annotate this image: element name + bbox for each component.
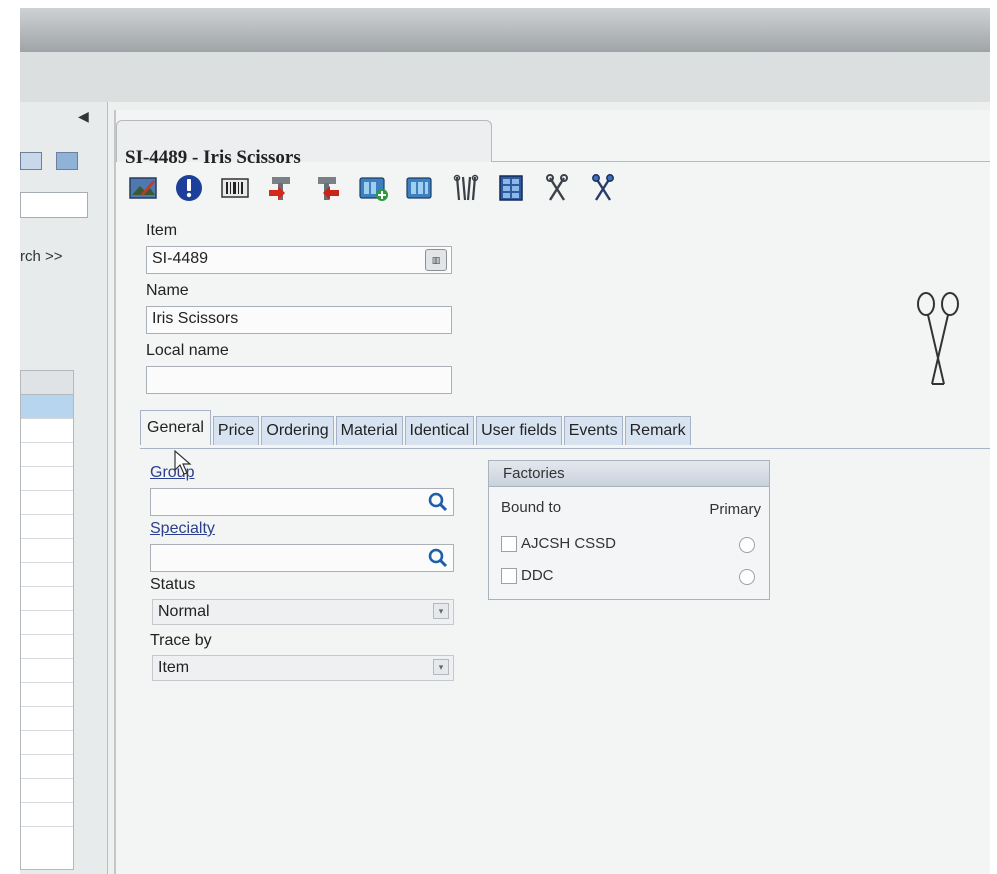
- local-name-field[interactable]: [146, 366, 452, 394]
- grid-row[interactable]: [21, 539, 73, 563]
- grid-header: [21, 371, 73, 395]
- tool-green-icon[interactable]: [310, 171, 344, 205]
- factory-row: DDC: [501, 567, 554, 584]
- name-label: Name: [146, 282, 189, 299]
- tool-red-icon[interactable]: [264, 171, 298, 205]
- document-tab[interactable]: SI-4489 - Iris Scissors: [116, 120, 492, 168]
- collapse-arrow-icon[interactable]: ◀: [78, 108, 89, 125]
- trace-by-value: Item: [158, 659, 190, 676]
- factory-name: DDC: [521, 567, 554, 584]
- grid-row[interactable]: [21, 635, 73, 659]
- trace-by-select[interactable]: Item ▾: [152, 655, 454, 681]
- specialty-search-icon[interactable]: [427, 547, 449, 569]
- tab-remark[interactable]: Remark: [624, 416, 691, 445]
- results-grid: [20, 370, 74, 870]
- tab-identical[interactable]: Identical: [404, 416, 475, 445]
- group-search-icon[interactable]: [427, 491, 449, 513]
- grid-row[interactable]: [21, 779, 73, 803]
- factory-name: AJCSH CSSD: [521, 535, 617, 552]
- factories-header: Factories: [489, 461, 769, 487]
- grid-row[interactable]: [21, 419, 73, 443]
- tab-events[interactable]: Events: [563, 416, 623, 445]
- grid-row[interactable]: [21, 587, 73, 611]
- grid-add-icon[interactable]: [356, 171, 390, 205]
- grid-row[interactable]: [21, 467, 73, 491]
- specialty-link[interactable]: Specialty: [150, 520, 215, 538]
- item-value: SI-4489: [152, 250, 209, 267]
- local-name-label: Local name: [146, 342, 229, 359]
- trace-by-label: Trace by: [150, 632, 212, 649]
- trace-by-dropdown-icon[interactable]: ▾: [433, 659, 449, 675]
- tab-material[interactable]: Material: [335, 416, 403, 445]
- tab-ordering[interactable]: Ordering: [261, 416, 334, 445]
- tab-user-fields[interactable]: User fields: [476, 416, 562, 445]
- item-detail-panel: SI-4489 - Iris Scissors Item SI-4489 ▥ N…: [114, 110, 990, 874]
- tab-price[interactable]: Price: [212, 416, 260, 445]
- name-field[interactable]: Iris Scissors: [146, 306, 452, 334]
- tab-divider: [492, 161, 990, 162]
- grid-icon[interactable]: [402, 171, 436, 205]
- left-panel: ◀ rch >>: [20, 102, 108, 874]
- app-top-area: [20, 52, 990, 102]
- grid-row[interactable]: [21, 707, 73, 731]
- grid-row-selected[interactable]: [21, 395, 73, 419]
- group-input[interactable]: [150, 488, 454, 516]
- specialty-input[interactable]: [150, 544, 454, 572]
- primary-header: Primary: [709, 501, 761, 518]
- scissors-icon[interactable]: [540, 171, 574, 205]
- grid-row[interactable]: [21, 443, 73, 467]
- scissors-blue-icon[interactable]: [586, 171, 620, 205]
- detail-tabs: General Price Ordering Material Identica…: [140, 410, 693, 445]
- screen: ◀ rch >> SI-4489 - Iris Scissors Item SI…: [20, 8, 990, 874]
- factory-row: AJCSH CSSD: [501, 535, 616, 552]
- primary-radio[interactable]: [739, 537, 755, 553]
- grid-row[interactable]: [21, 611, 73, 635]
- instruments-icon[interactable]: [448, 171, 482, 205]
- grid-row[interactable]: [21, 659, 73, 683]
- grid-row[interactable]: [21, 755, 73, 779]
- grid-row[interactable]: [21, 491, 73, 515]
- grid-row[interactable]: [21, 515, 73, 539]
- item-field[interactable]: SI-4489 ▥: [146, 246, 452, 274]
- factory-checkbox[interactable]: [501, 535, 517, 552]
- primary-radio[interactable]: [739, 569, 755, 585]
- grid-row[interactable]: [21, 731, 73, 755]
- mouse-cursor-icon: [174, 450, 192, 475]
- status-dropdown-icon[interactable]: ▾: [433, 603, 449, 619]
- factory-checkbox[interactable]: [501, 567, 517, 584]
- factories-panel: Factories Bound to Primary AJCSH CSSD DD…: [488, 460, 770, 600]
- bound-to-header: Bound to: [501, 499, 562, 516]
- status-select[interactable]: Normal ▾: [152, 599, 454, 625]
- status-label: Status: [150, 576, 196, 593]
- grid-row[interactable]: [21, 803, 73, 827]
- left-search-input[interactable]: [20, 192, 88, 218]
- name-value: Iris Scissors: [152, 310, 239, 327]
- barcode-icon[interactable]: [218, 171, 252, 205]
- window-title: SI-4489 - Iris Scissors: [125, 147, 301, 168]
- item-label: Item: [146, 222, 178, 239]
- tabs-divider: [140, 448, 990, 449]
- item-scissors-image: [917, 292, 959, 385]
- image-icon[interactable]: [126, 171, 160, 205]
- info-icon[interactable]: [172, 171, 206, 205]
- list-view-icon[interactable]: [20, 152, 42, 170]
- advanced-search-link[interactable]: rch >>: [20, 248, 63, 265]
- tab-general[interactable]: General: [140, 410, 211, 445]
- barcode-lookup-icon[interactable]: ▥: [425, 249, 447, 271]
- grid-row[interactable]: [21, 683, 73, 707]
- toolbar: [126, 170, 620, 206]
- status-value: Normal: [158, 603, 210, 620]
- monitor-top-bar: [20, 8, 990, 52]
- container-icon[interactable]: [494, 171, 528, 205]
- image-view-icon[interactable]: [56, 152, 78, 170]
- grid-row[interactable]: [21, 563, 73, 587]
